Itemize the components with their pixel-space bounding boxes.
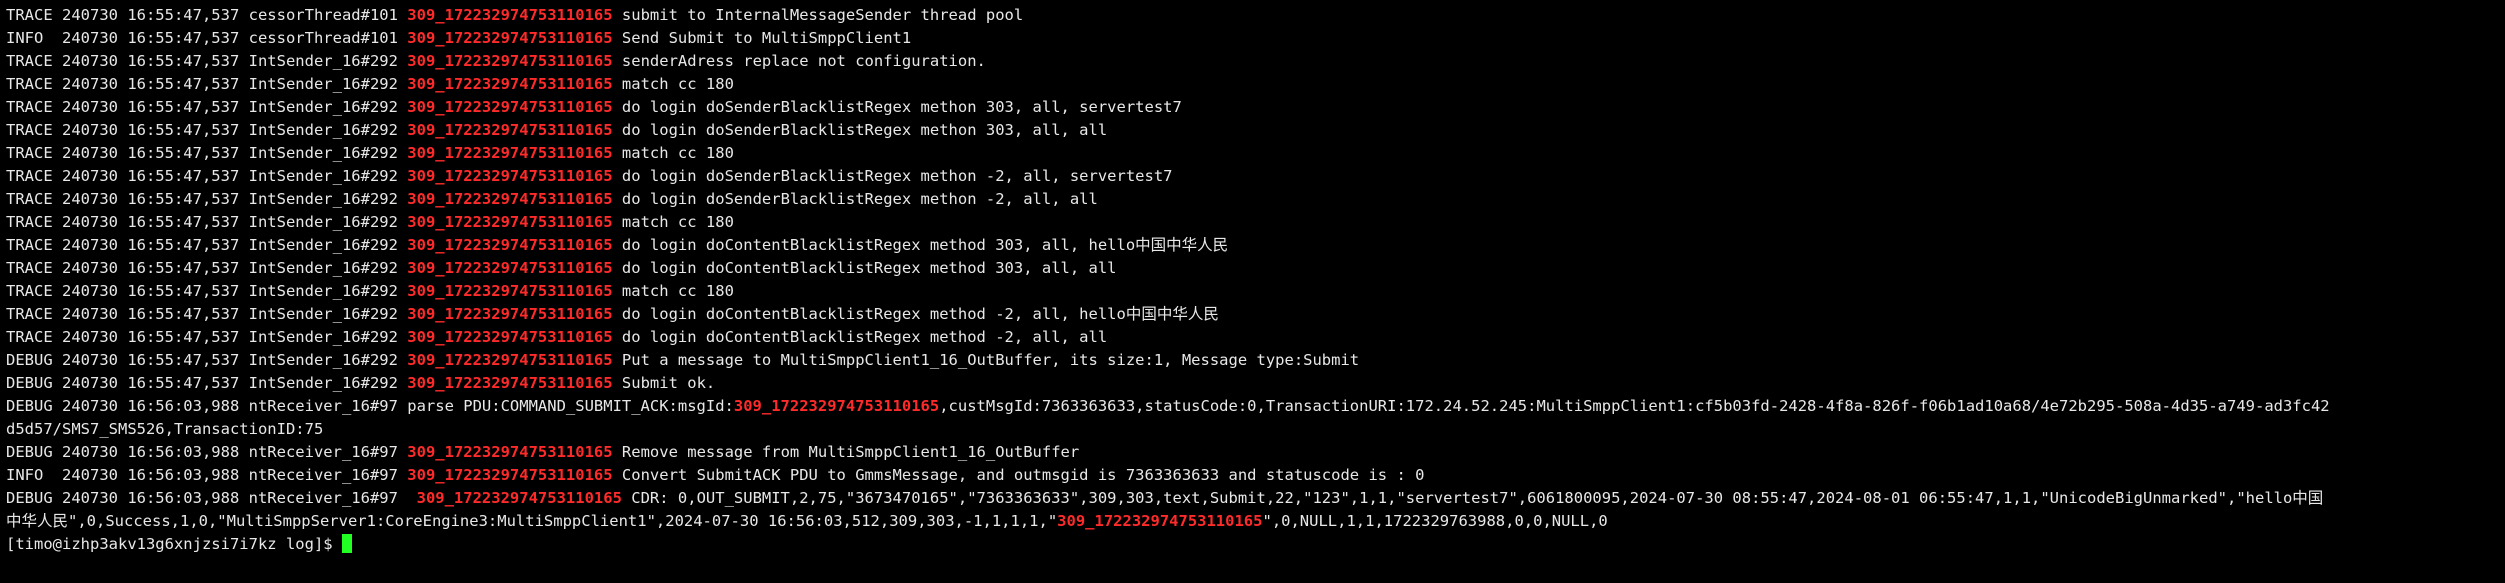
- log-text: match cc 180: [612, 282, 734, 300]
- log-text: do login doContentBlacklistRegex method …: [612, 259, 1117, 277]
- log-text: Submit ok.: [612, 374, 716, 392]
- log-text: match cc 180: [612, 75, 734, 93]
- message-id: 309_172232974753110165: [407, 236, 613, 254]
- log-text: TRACE 240730 16:55:47,537 IntSender_16#2…: [6, 52, 408, 70]
- log-text: senderAdress replace not configuration.: [612, 52, 986, 70]
- log-line: TRACE 240730 16:55:47,537 IntSender_16#2…: [6, 96, 2505, 119]
- log-text: d5d57/SMS7_SMS526,TransactionID:75: [6, 420, 324, 438]
- message-id: 309_172232974753110165: [407, 52, 613, 70]
- log-text: ,custMsgId:7363363633,statusCode:0,Trans…: [939, 397, 2330, 415]
- log-output: TRACE 240730 16:55:47,537 cessorThread#1…: [6, 4, 2505, 533]
- log-line: DEBUG 240730 16:56:03,988 ntReceiver_16#…: [6, 395, 2505, 418]
- message-id: 309_172232974753110165: [733, 397, 940, 415]
- message-id: 309_172232974753110165: [407, 374, 613, 392]
- message-id: 309_172232974753110165: [407, 466, 613, 484]
- log-line: TRACE 240730 16:55:47,537 IntSender_16#2…: [6, 234, 2505, 257]
- message-id: 309_172232974753110165: [407, 75, 613, 93]
- log-line: TRACE 240730 16:55:47,537 IntSender_16#2…: [6, 188, 2505, 211]
- message-id: 309_172232974753110165: [407, 190, 613, 208]
- log-text: TRACE 240730 16:55:47,537 IntSender_16#2…: [6, 328, 408, 346]
- log-text: do login doSenderBlacklistRegex methon 3…: [612, 98, 1182, 116]
- log-line: TRACE 240730 16:55:47,537 cessorThread#1…: [6, 4, 2505, 27]
- log-text: TRACE 240730 16:55:47,537 IntSender_16#2…: [6, 167, 408, 185]
- log-text: TRACE 240730 16:55:47,537 IntSender_16#2…: [6, 305, 408, 323]
- shell-prompt: [timo@izhp3akv13g6xnjzsi7i7kz log]$: [6, 535, 342, 553]
- shell-prompt-line[interactable]: [timo@izhp3akv13g6xnjzsi7i7kz log]$: [6, 533, 2505, 556]
- log-line: TRACE 240730 16:55:47,537 IntSender_16#2…: [6, 280, 2505, 303]
- log-line: TRACE 240730 16:55:47,537 IntSender_16#2…: [6, 211, 2505, 234]
- message-id: 309_172232974753110165: [416, 489, 622, 507]
- message-id: 309_172232974753110165: [407, 29, 613, 47]
- log-line: 中华人民",0,Success,1,0,"MultiSmppServer1:Co…: [6, 510, 2505, 533]
- log-text: INFO 240730 16:55:47,537 cessorThread#10…: [6, 29, 408, 47]
- message-id: 309_172232974753110165: [407, 328, 613, 346]
- log-line: d5d57/SMS7_SMS526,TransactionID:75: [6, 418, 2505, 441]
- log-text: DEBUG 240730 16:55:47,537 IntSender_16#2…: [6, 351, 408, 369]
- log-text: ",0,NULL,1,1,1722329763988,0,0,NULL,0: [1262, 512, 1608, 530]
- message-id: 309_172232974753110165: [407, 144, 613, 162]
- log-text: do login doContentBlacklistRegex method …: [612, 305, 1219, 323]
- log-line: INFO 240730 16:55:47,537 cessorThread#10…: [6, 27, 2505, 50]
- log-text: DEBUG 240730 16:56:03,988 ntReceiver_16#…: [6, 489, 417, 507]
- log-line: TRACE 240730 16:55:47,537 IntSender_16#2…: [6, 142, 2505, 165]
- log-text: TRACE 240730 16:55:47,537 IntSender_16#2…: [6, 259, 408, 277]
- message-id: 309_172232974753110165: [407, 282, 613, 300]
- message-id: 309_172232974753110165: [407, 121, 613, 139]
- log-text: TRACE 240730 16:55:47,537 IntSender_16#2…: [6, 121, 408, 139]
- log-line: TRACE 240730 16:55:47,537 IntSender_16#2…: [6, 165, 2505, 188]
- log-text: submit to InternalMessageSender thread p…: [612, 6, 1024, 24]
- message-id: 309_172232974753110165: [1057, 512, 1263, 530]
- message-id: 309_172232974753110165: [407, 305, 613, 323]
- log-text: match cc 180: [612, 144, 734, 162]
- log-text: TRACE 240730 16:55:47,537 cessorThread#1…: [6, 6, 408, 24]
- log-line: TRACE 240730 16:55:47,537 IntSender_16#2…: [6, 303, 2505, 326]
- log-text: do login doSenderBlacklistRegex methon -…: [612, 167, 1173, 185]
- log-text: do login doSenderBlacklistRegex methon -…: [612, 190, 1098, 208]
- log-text: Remove message from MultiSmppClient1_16_…: [612, 443, 1080, 461]
- log-line: DEBUG 240730 16:56:03,988 ntReceiver_16#…: [6, 487, 2505, 510]
- log-text: TRACE 240730 16:55:47,537 IntSender_16#2…: [6, 98, 408, 116]
- log-text: do login doContentBlacklistRegex method …: [612, 236, 1229, 254]
- log-text: DEBUG 240730 16:56:03,988 ntReceiver_16#…: [6, 443, 408, 461]
- log-line: TRACE 240730 16:55:47,537 IntSender_16#2…: [6, 257, 2505, 280]
- log-line: TRACE 240730 16:55:47,537 IntSender_16#2…: [6, 326, 2505, 349]
- message-id: 309_172232974753110165: [407, 6, 613, 24]
- log-text: TRACE 240730 16:55:47,537 IntSender_16#2…: [6, 190, 408, 208]
- message-id: 309_172232974753110165: [407, 443, 613, 461]
- log-text: do login doSenderBlacklistRegex methon 3…: [612, 121, 1108, 139]
- message-id: 309_172232974753110165: [407, 259, 613, 277]
- log-text: TRACE 240730 16:55:47,537 IntSender_16#2…: [6, 75, 408, 93]
- log-text: Put a message to MultiSmppClient1_16_Out…: [612, 351, 1360, 369]
- log-text: INFO 240730 16:56:03,988 ntReceiver_16#9…: [6, 466, 408, 484]
- message-id: 309_172232974753110165: [407, 351, 613, 369]
- log-text: CDR: 0,OUT_SUBMIT,2,75,"3673470165","736…: [621, 489, 2324, 507]
- log-text: TRACE 240730 16:55:47,537 IntSender_16#2…: [6, 282, 408, 300]
- log-line: TRACE 240730 16:55:47,537 IntSender_16#2…: [6, 73, 2505, 96]
- log-line: TRACE 240730 16:55:47,537 IntSender_16#2…: [6, 50, 2505, 73]
- log-text: DEBUG 240730 16:55:47,537 IntSender_16#2…: [6, 374, 408, 392]
- terminal-window[interactable]: TRACE 240730 16:55:47,537 cessorThread#1…: [0, 0, 2505, 583]
- log-text: TRACE 240730 16:55:47,537 IntSender_16#2…: [6, 236, 408, 254]
- log-line: INFO 240730 16:56:03,988 ntReceiver_16#9…: [6, 464, 2505, 487]
- log-text: TRACE 240730 16:55:47,537 IntSender_16#2…: [6, 213, 408, 231]
- log-line: DEBUG 240730 16:55:47,537 IntSender_16#2…: [6, 349, 2505, 372]
- log-text: TRACE 240730 16:55:47,537 IntSender_16#2…: [6, 144, 408, 162]
- log-text: 中华人民",0,Success,1,0,"MultiSmppServer1:Co…: [6, 512, 1058, 530]
- log-text: Send Submit to MultiSmppClient1: [612, 29, 912, 47]
- log-text: Convert SubmitACK PDU to GmmsMessage, an…: [612, 466, 1425, 484]
- log-text: match cc 180: [612, 213, 734, 231]
- log-text: DEBUG 240730 16:56:03,988 ntReceiver_16#…: [6, 397, 734, 415]
- message-id: 309_172232974753110165: [407, 167, 613, 185]
- log-text: do login doContentBlacklistRegex method …: [612, 328, 1108, 346]
- log-line: DEBUG 240730 16:55:47,537 IntSender_16#2…: [6, 372, 2505, 395]
- log-line: DEBUG 240730 16:56:03,988 ntReceiver_16#…: [6, 441, 2505, 464]
- log-line: TRACE 240730 16:55:47,537 IntSender_16#2…: [6, 119, 2505, 142]
- message-id: 309_172232974753110165: [407, 98, 613, 116]
- text-cursor: [341, 534, 352, 553]
- message-id: 309_172232974753110165: [407, 213, 613, 231]
